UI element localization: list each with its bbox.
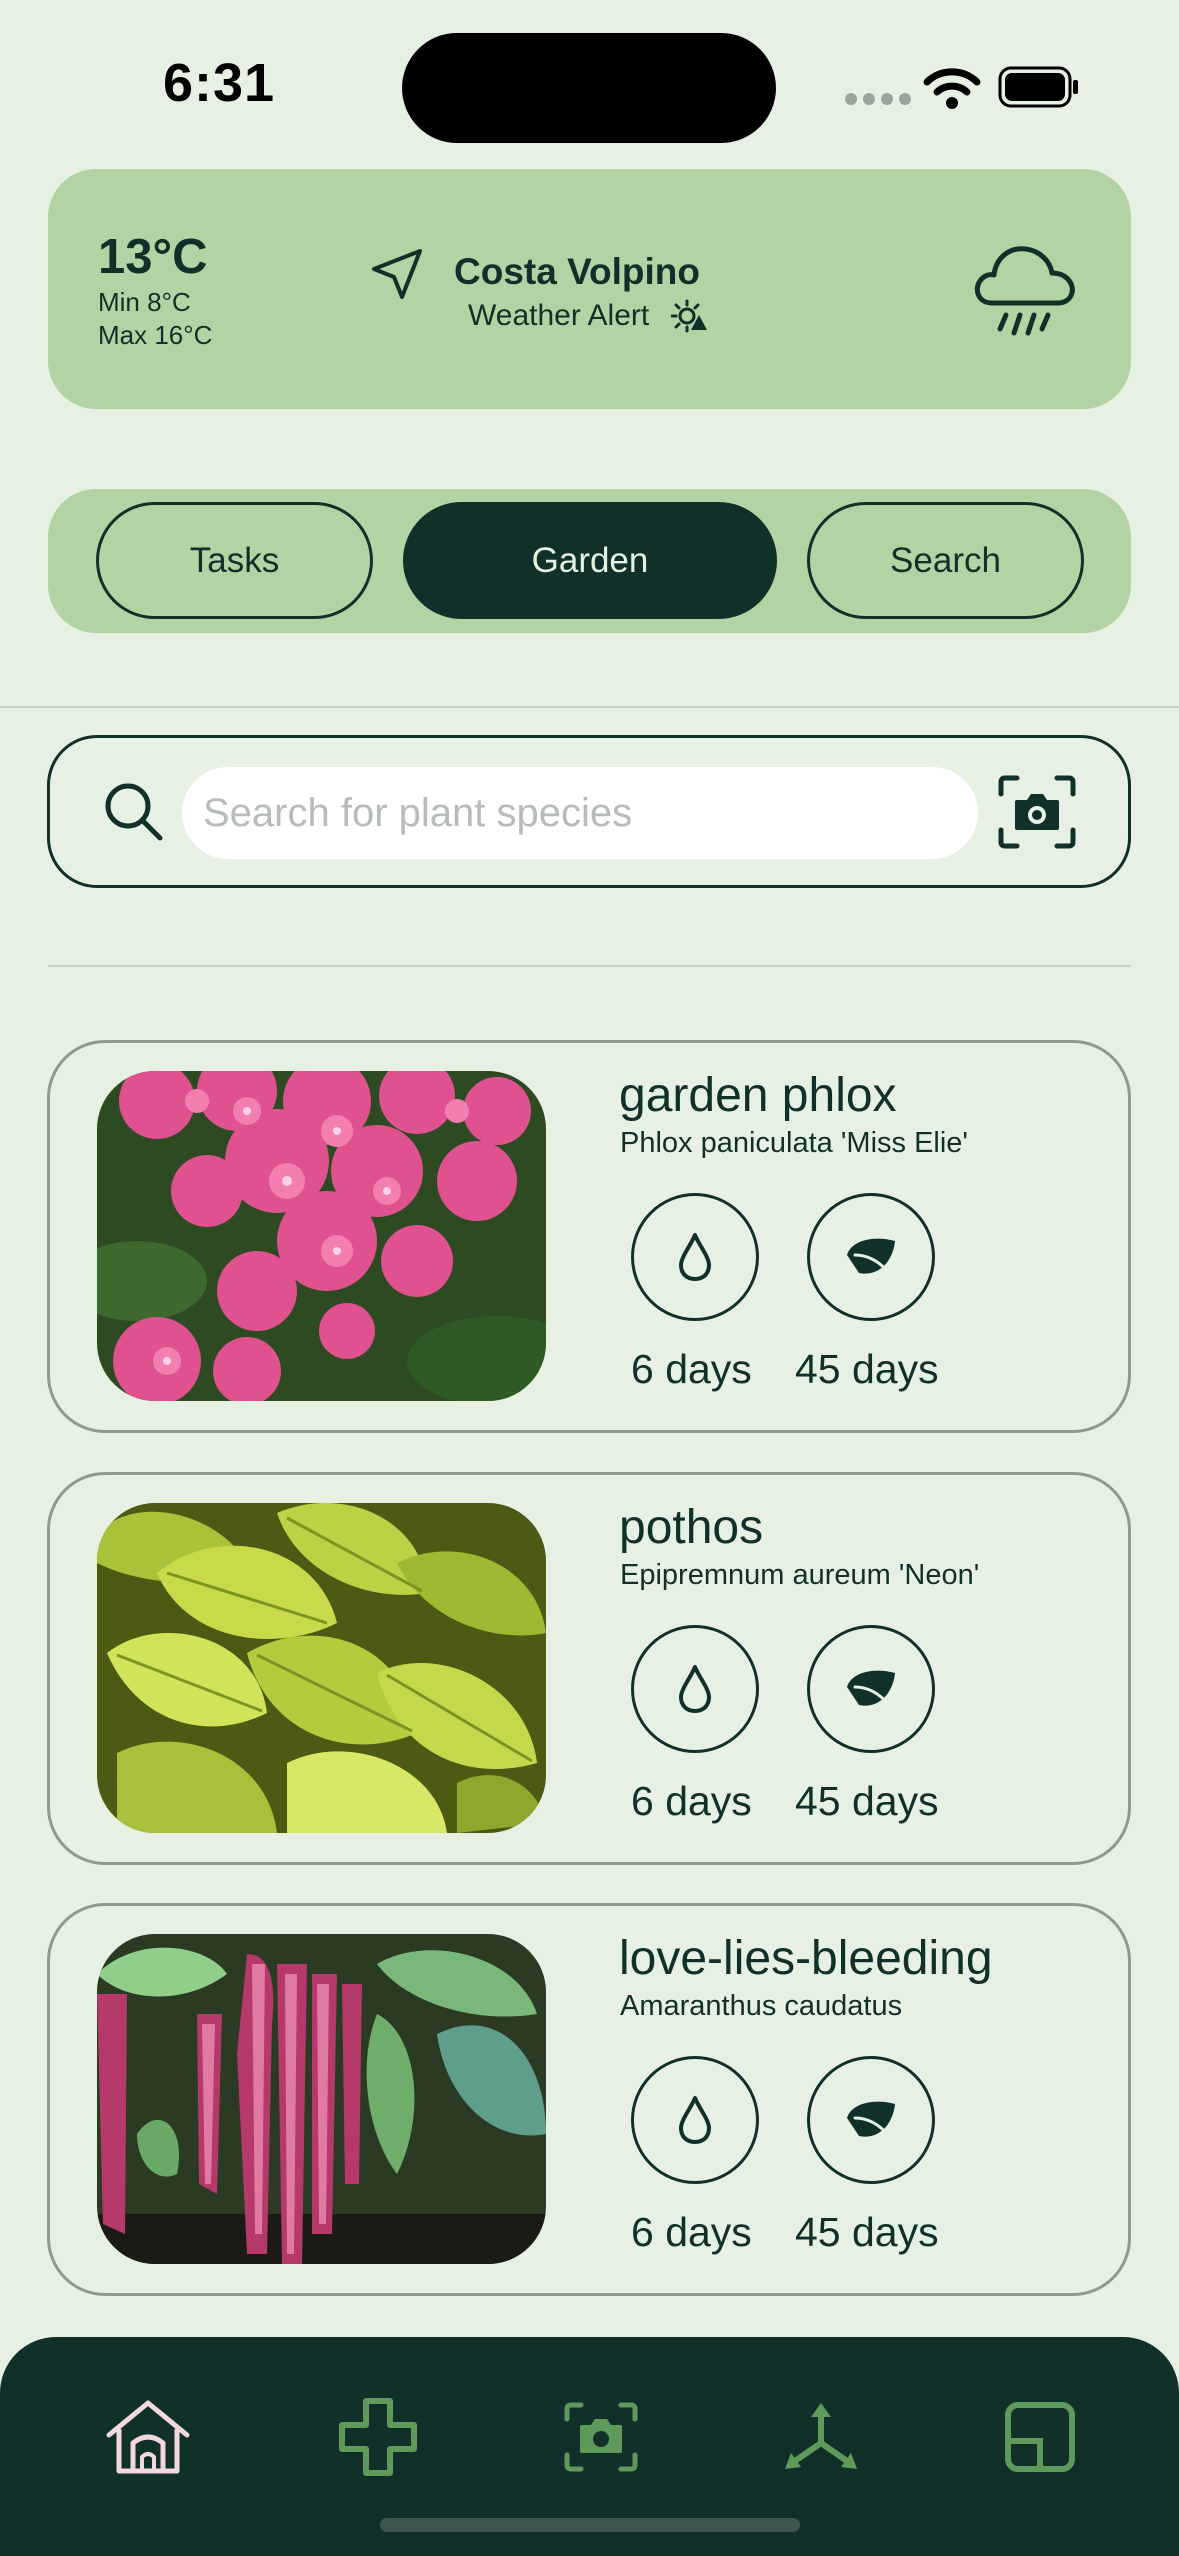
fertilize-interval: 45 days <box>795 1346 939 1392</box>
wifi-icon <box>923 68 981 109</box>
tab-home[interactable] <box>98 2387 198 2487</box>
location-arrow-icon <box>372 249 422 299</box>
water-button[interactable] <box>631 1193 759 1321</box>
cellular-signal-icon <box>845 93 911 105</box>
water-drop-icon <box>679 1665 711 1713</box>
search-icon[interactable] <box>102 780 166 844</box>
camera-icon <box>564 2402 638 2472</box>
divider <box>0 706 1179 708</box>
plant-scientific-name: Phlox paniculata 'Miss Elie' <box>620 1127 968 1159</box>
fertilize-interval: 45 days <box>795 2209 939 2255</box>
plant-search-bar <box>47 735 1131 888</box>
divider <box>48 965 1131 967</box>
fertilize-interval: 45 days <box>795 1778 939 1824</box>
tab-garden[interactable]: Garden <box>403 502 777 619</box>
tab-camera[interactable] <box>551 2387 651 2487</box>
plant-photo-pothos <box>97 1503 546 1833</box>
plant-photo-phlox <box>97 1071 546 1401</box>
weather-card[interactable]: 13°C Min 8°C Max 16°C Costa Volpino Weat… <box>48 169 1131 409</box>
leaf-icon <box>847 1238 895 1275</box>
weather-alert[interactable]: Weather Alert <box>468 299 709 333</box>
current-temperature: 13°C <box>98 230 208 284</box>
home-indicator <box>380 2518 800 2532</box>
water-drop-icon <box>679 1233 711 1281</box>
plant-card[interactable]: garden phlox Phlox paniculata 'Miss Elie… <box>47 1040 1131 1433</box>
fertilize-button[interactable] <box>807 2056 935 2184</box>
water-interval: 6 days <box>631 1778 752 1824</box>
water-interval: 6 days <box>631 2209 752 2255</box>
tab-widgets[interactable] <box>990 2387 1090 2487</box>
fertilize-button[interactable] <box>807 1193 935 1321</box>
battery-icon <box>998 66 1078 108</box>
water-button[interactable] <box>631 2056 759 2184</box>
leaf-icon <box>847 1670 895 1707</box>
water-drop-icon <box>679 2096 711 2144</box>
water-interval: 6 days <box>631 1346 752 1392</box>
tab-add[interactable] <box>328 2387 428 2487</box>
status-time: 6:31 <box>163 53 276 113</box>
dynamic-island <box>402 33 776 143</box>
tab-search[interactable]: Search <box>807 502 1084 619</box>
add-icon <box>339 2398 417 2476</box>
plant-scientific-name: Epipremnum aureum 'Neon' <box>620 1559 980 1591</box>
leaf-icon <box>847 2101 895 2138</box>
water-button[interactable] <box>631 1625 759 1753</box>
cloud-rain-icon <box>974 246 1075 336</box>
camera-scan-icon[interactable] <box>997 774 1077 850</box>
plant-common-name: love-lies-bleeding <box>619 1932 993 1985</box>
plant-photo-amaranthus <box>97 1934 546 2264</box>
home-icon <box>106 2400 190 2474</box>
tab-network[interactable] <box>771 2387 871 2487</box>
view-switcher: Tasks Garden Search <box>48 489 1131 633</box>
plant-common-name: pothos <box>619 1501 764 1554</box>
plant-common-name: garden phlox <box>619 1069 897 1122</box>
fertilize-button[interactable] <box>807 1625 935 1753</box>
plant-card[interactable]: love-lies-bleeding Amaranthus caudatus 6… <box>47 1903 1131 2296</box>
plant-card[interactable]: pothos Epipremnum aureum 'Neon' 6 days 4… <box>47 1472 1131 1865</box>
tab-tasks[interactable]: Tasks <box>96 502 373 619</box>
plant-scientific-name: Amaranthus caudatus <box>620 1990 903 2022</box>
weather-alert-label: Weather Alert <box>468 299 650 332</box>
widget-icon <box>1005 2402 1075 2472</box>
sun-alert-icon <box>671 299 708 333</box>
max-temperature: Max 16°C <box>98 320 213 350</box>
search-input[interactable] <box>182 767 978 859</box>
share-icon <box>785 2403 857 2469</box>
min-temperature: Min 8°C <box>98 287 191 317</box>
location-name: Costa Volpino <box>454 251 700 292</box>
